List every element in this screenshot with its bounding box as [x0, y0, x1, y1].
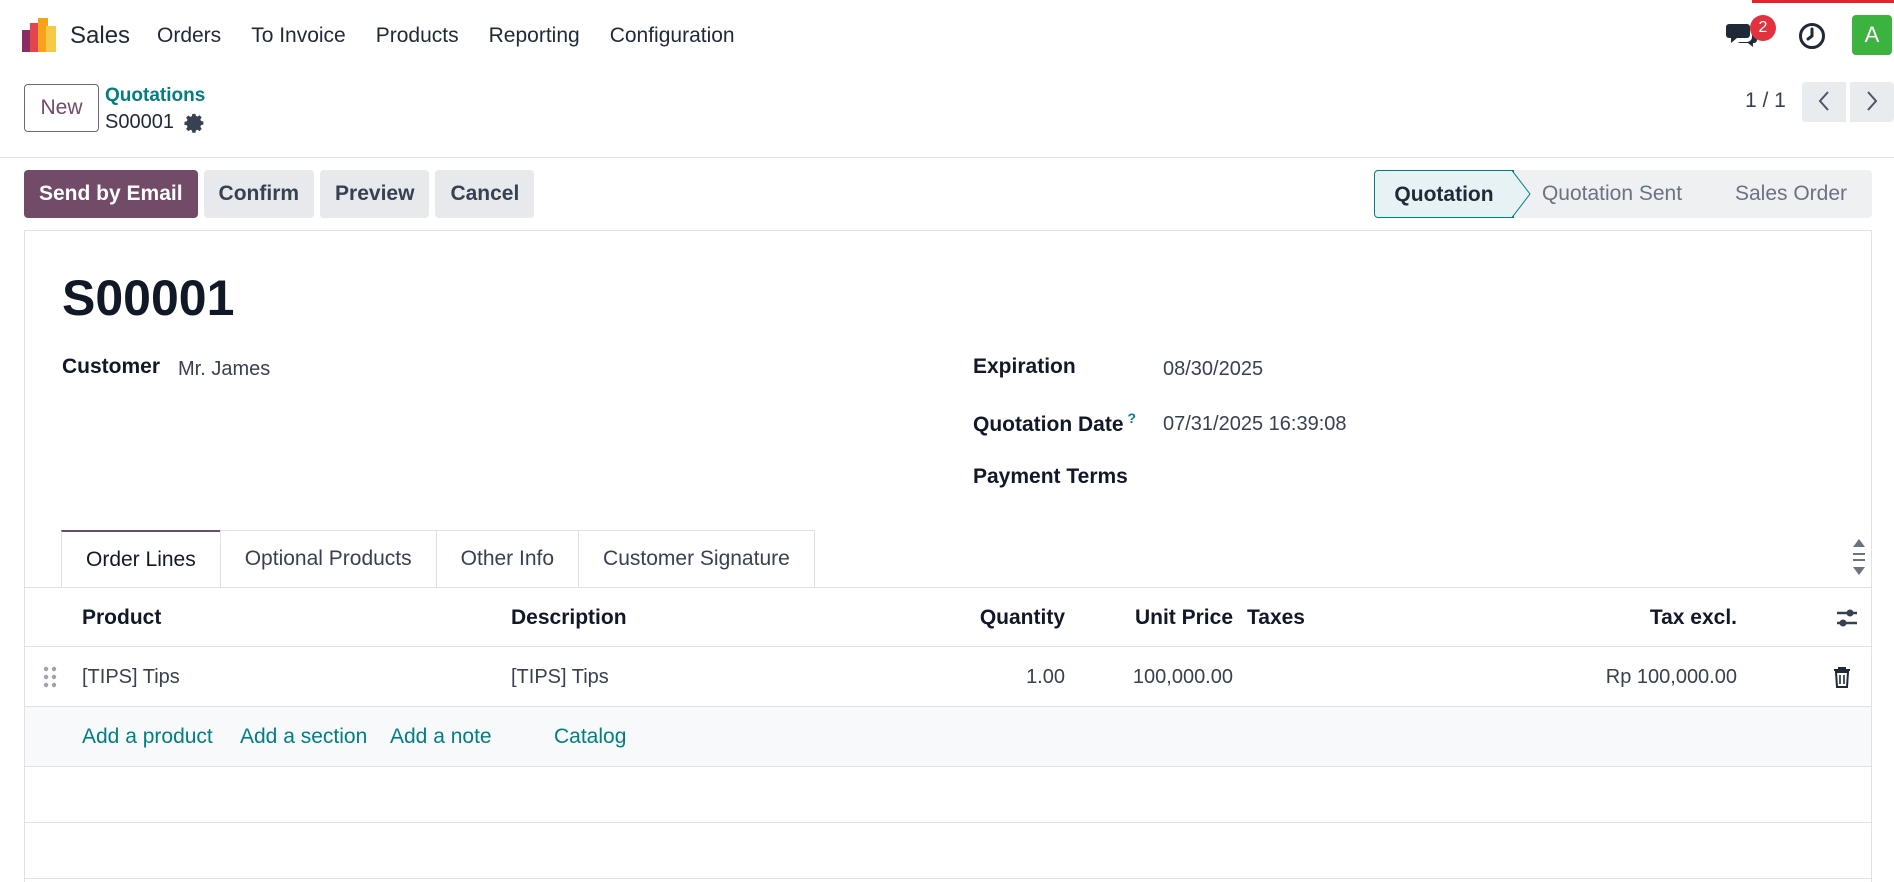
trash-icon[interactable] [1833, 666, 1851, 688]
menu-item-products[interactable]: Products [361, 24, 474, 48]
tab-order-lines[interactable]: Order Lines [61, 530, 221, 587]
activity-clock-icon[interactable] [1798, 22, 1826, 50]
payment-terms-label: Payment Terms [973, 465, 1128, 488]
col-taxes[interactable]: Taxes [1247, 588, 1305, 648]
stage-quotation-sent[interactable]: Quotation Sent [1514, 170, 1710, 218]
pager-value[interactable]: 1 / 1 [1745, 89, 1786, 113]
menu-item-configuration[interactable]: Configuration [595, 24, 750, 48]
pager-previous-button[interactable] [1802, 82, 1846, 122]
new-button[interactable]: New [24, 84, 99, 132]
control-panel: New Quotations S00001 1 / 1 [0, 72, 1894, 158]
breadcrumb-quotations-link[interactable]: Quotations [105, 85, 205, 107]
gear-icon[interactable] [183, 112, 205, 134]
drag-handle-icon[interactable] [43, 666, 57, 688]
quotation-date-field[interactable]: 07/31/2025 16:39:08 [1163, 413, 1347, 436]
chevron-left-icon [1818, 90, 1829, 111]
cell-quantity[interactable]: 1.00 [905, 647, 1065, 707]
app-name[interactable]: Sales [70, 22, 130, 50]
form-action-buttons: Send by Email Confirm Preview Cancel [24, 170, 535, 218]
empty-row [25, 767, 1871, 823]
record-name: S00001 [62, 270, 235, 326]
chevron-right-icon [1867, 90, 1878, 111]
menu-item-to-invoice[interactable]: To Invoice [236, 24, 361, 48]
customer-label: Customer [62, 355, 161, 378]
customer-field[interactable]: Mr. James [178, 358, 270, 381]
messages-count-badge: 2 [1750, 15, 1776, 41]
status-bar: Quotation Sent Sales Order Quotation [1374, 170, 1872, 218]
col-product[interactable]: Product [82, 588, 161, 648]
tab-optional-products[interactable]: Optional Products [219, 530, 437, 587]
sales-app-logo-icon[interactable] [22, 18, 56, 52]
add-line-row: Add a product Add a section Add a note C… [25, 707, 1871, 767]
menu-item-orders[interactable]: Orders [142, 24, 236, 48]
add-section-link[interactable]: Add a section [240, 707, 367, 767]
cancel-button[interactable]: Cancel [435, 170, 535, 218]
quotation-date-help-icon[interactable]: ? [1128, 410, 1137, 426]
col-description[interactable]: Description [511, 588, 627, 648]
navbar-systray: 2 A [1694, 0, 1894, 72]
confirm-button[interactable]: Confirm [203, 170, 315, 218]
order-lines-header: Product Description Quantity Unit Price … [25, 587, 1871, 647]
col-tax-excl[interactable]: Tax excl. [1585, 588, 1737, 648]
preview-button[interactable]: Preview [320, 170, 430, 218]
send-by-email-button[interactable]: Send by Email [24, 170, 198, 218]
cell-unit-price[interactable]: 100,000.00 [1065, 647, 1233, 707]
quotation-date-label: Quotation Date? [973, 410, 1136, 437]
cell-product[interactable]: [TIPS] Tips [82, 647, 180, 707]
catalog-link[interactable]: Catalog [554, 707, 626, 767]
cell-description[interactable]: [TIPS] Tips [511, 647, 609, 707]
menu-item-reporting[interactable]: Reporting [474, 24, 595, 48]
stage-current-arrow [1512, 170, 1531, 218]
user-avatar[interactable]: A [1852, 15, 1892, 55]
cell-subtotal: Rp 100,000.00 [1605, 666, 1737, 688]
reorder-scroll-icon[interactable] [1847, 533, 1871, 581]
add-product-link[interactable]: Add a product [82, 707, 213, 767]
stage-quotation-current[interactable]: Quotation [1374, 170, 1514, 218]
optional-columns-icon[interactable] [1835, 606, 1859, 630]
table-row[interactable]: [TIPS] Tips [TIPS] Tips 1.00 100,000.00 … [25, 647, 1871, 707]
main-menu: Orders To Invoice Products Reporting Con… [142, 0, 750, 72]
expiration-field[interactable]: 08/30/2025 [1163, 358, 1263, 381]
col-quantity[interactable]: Quantity [905, 588, 1065, 648]
form-sheet: S00001 Customer Mr. James Expiration 08/… [24, 230, 1872, 882]
stage-sales-order[interactable]: Sales Order [1710, 170, 1872, 218]
quotation-date-label-text: Quotation Date [973, 413, 1124, 436]
form-tabs: Order Lines Optional Products Other Info… [61, 530, 815, 587]
pager-next-button[interactable] [1850, 82, 1894, 122]
breadcrumb-current-record: S00001 [105, 111, 174, 133]
top-navbar: Sales Orders To Invoice Products Reporti… [0, 0, 1894, 72]
tab-other-info[interactable]: Other Info [435, 530, 580, 587]
col-unit-price[interactable]: Unit Price [1065, 588, 1233, 648]
expiration-label: Expiration [973, 355, 1076, 378]
add-note-link[interactable]: Add a note [390, 707, 492, 767]
empty-row [25, 823, 1871, 879]
tab-customer-signature[interactable]: Customer Signature [578, 530, 815, 587]
payment-terms-field[interactable] [1163, 467, 1583, 493]
